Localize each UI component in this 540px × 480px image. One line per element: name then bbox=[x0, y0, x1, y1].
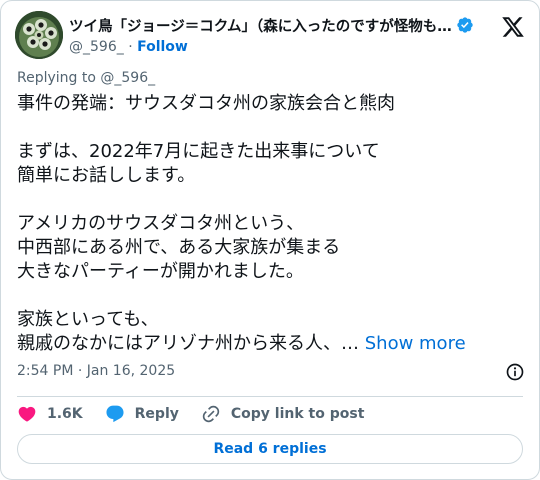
x-logo-icon[interactable] bbox=[501, 15, 525, 39]
author-handle[interactable]: @_596_ bbox=[69, 39, 124, 55]
copy-link-label: Copy link to post bbox=[230, 406, 365, 422]
tweet-line: 事件の発端：サウスダコタ州の家族会合と熊肉 bbox=[17, 93, 395, 114]
verified-badge-icon bbox=[457, 17, 473, 33]
author-display-name[interactable]: ツイ鳥「ジョージ＝コクム」（森に入ったのですが怪物も… bbox=[69, 15, 452, 36]
action-bar: 1.6K Reply Copy link to post bbox=[17, 403, 386, 425]
divider bbox=[17, 396, 523, 397]
like-count: 1.6K bbox=[47, 406, 83, 422]
author-info: ツイ鳥「ジョージ＝コクム」（森に入ったのですが怪物も… @_596_ · Fol… bbox=[69, 14, 489, 57]
tweet-embed-card: ツイ鳥「ジョージ＝コクム」（森に入ったのですが怪物も… @_596_ · Fol… bbox=[0, 0, 540, 480]
tweet-line: 家族といっても、 bbox=[17, 309, 159, 330]
read-replies-button[interactable]: Read 6 replies bbox=[17, 434, 523, 464]
heart-icon bbox=[18, 406, 36, 422]
handle-separator: · bbox=[128, 39, 133, 55]
reply-bubble-icon bbox=[106, 405, 124, 423]
link-icon bbox=[202, 405, 220, 423]
copy-link-button[interactable]: Copy link to post bbox=[201, 404, 365, 424]
replying-to-label[interactable]: Replying to @_596_ bbox=[17, 70, 155, 86]
avatar[interactable] bbox=[15, 11, 63, 59]
reply-label: Reply bbox=[134, 406, 179, 422]
tweet-line bbox=[17, 116, 517, 140]
reply-button[interactable]: Reply bbox=[105, 404, 179, 424]
follow-button[interactable]: Follow bbox=[137, 39, 188, 55]
show-more-link[interactable]: Show more bbox=[365, 333, 466, 354]
tweet-line: アメリカのサウスダコタ州という、 bbox=[17, 213, 305, 234]
avatar-image bbox=[15, 11, 63, 59]
tweet-line: 大きなパーティーが開かれました。 bbox=[17, 261, 304, 282]
info-icon[interactable] bbox=[505, 362, 525, 382]
tweet-text: 事件の発端：サウスダコタ州の家族会合と熊肉 まずは、2022年7月に起きた出来事… bbox=[17, 92, 517, 356]
tweet-line-last: 親戚のなかにはアリゾナ州から来る人、… Show more bbox=[17, 332, 517, 356]
tweet-line bbox=[17, 188, 517, 212]
like-button[interactable]: 1.6K bbox=[17, 404, 83, 424]
tweet-meta: 2:54 PM · Jan 16, 2025 bbox=[17, 363, 525, 383]
tweet-line bbox=[17, 284, 517, 308]
tweet-line: 中西部にある州で、ある大家族が集まる bbox=[17, 237, 341, 258]
timestamp-link[interactable]: 2:54 PM · Jan 16, 2025 bbox=[17, 363, 175, 379]
tweet-line: 簡単にお話しします。 bbox=[17, 165, 196, 186]
tweet-header: ツイ鳥「ジョージ＝コクム」（森に入ったのですが怪物も… @_596_ · Fol… bbox=[15, 11, 527, 59]
tweet-line: 親戚のなかにはアリゾナ州から来る人、… bbox=[17, 333, 365, 354]
tweet-line: まずは、2022年7月に起きた出来事について bbox=[17, 141, 380, 162]
